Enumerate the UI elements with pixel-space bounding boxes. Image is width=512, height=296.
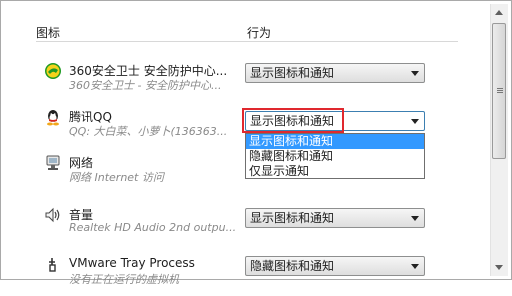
- scroll-down-button[interactable]: [491, 259, 508, 276]
- behavior-select[interactable]: 显示图标和通知: [245, 208, 425, 228]
- chevron-down-icon: [495, 265, 503, 270]
- chevron-down-icon: [411, 71, 419, 76]
- select-value: 显示图标和通知: [250, 66, 335, 80]
- scroll-up-button[interactable]: [491, 4, 508, 21]
- dropdown-option-show-icon-and-notifications[interactable]: 显示图标和通知: [246, 134, 424, 149]
- behavior-dropdown-list: 显示图标和通知 隐藏图标和通知 仅显示通知: [245, 133, 425, 179]
- chevron-down-icon: [411, 264, 419, 269]
- vertical-scrollbar[interactable]: [490, 4, 508, 276]
- item-description: Realtek HD Audio 2nd outpu...: [69, 221, 237, 234]
- chevron-up-icon: [495, 10, 503, 15]
- list-item-volume: 音量 Realtek HD Audio 2nd outpu... 显示图标和通知: [0, 202, 490, 246]
- item-description: 360安全卫士 - 安全防护中心...: [69, 79, 222, 92]
- dropdown-option-only-show-notifications[interactable]: 仅显示通知: [246, 164, 424, 179]
- header-divider: [36, 41, 458, 42]
- list-item-vmware: VMware Tray Process 没有正在运行的虚拟机 隐藏图标和通知: [0, 252, 490, 296]
- chevron-down-icon: [411, 119, 419, 124]
- item-description: 网络 Internet 访问: [69, 171, 164, 184]
- behavior-select[interactable]: 隐藏图标和通知: [245, 256, 425, 276]
- select-value: 显示图标和通知: [250, 211, 335, 225]
- select-value: 隐藏图标和通知: [250, 259, 335, 273]
- dropdown-option-hide-icon-and-notifications[interactable]: 隐藏图标和通知: [246, 149, 424, 164]
- item-description: 没有正在运行的虚拟机: [69, 273, 179, 286]
- item-name: VMware Tray Process: [69, 256, 195, 270]
- scrollbar-thumb[interactable]: [492, 23, 506, 159]
- network-icon: [44, 154, 62, 172]
- speaker-icon: [44, 206, 62, 224]
- qq-penguin-icon: [44, 108, 62, 126]
- column-header-behavior: 行为: [247, 26, 272, 40]
- annotation-highlight-box: [242, 108, 344, 133]
- column-header-icon: 图标: [36, 26, 61, 40]
- behavior-select[interactable]: 显示图标和通知: [245, 63, 425, 83]
- grip-icon: [497, 88, 503, 89]
- vmware-tray-icon: [44, 256, 62, 274]
- chevron-down-icon: [411, 216, 419, 221]
- item-description: QQ: 大白菜、小萝卜(136363...: [69, 125, 228, 138]
- list-item-360: 360安全卫士 安全防护中心... 360安全卫士 - 安全防护中心... 显示…: [0, 58, 490, 102]
- 360-shield-icon: [44, 62, 62, 80]
